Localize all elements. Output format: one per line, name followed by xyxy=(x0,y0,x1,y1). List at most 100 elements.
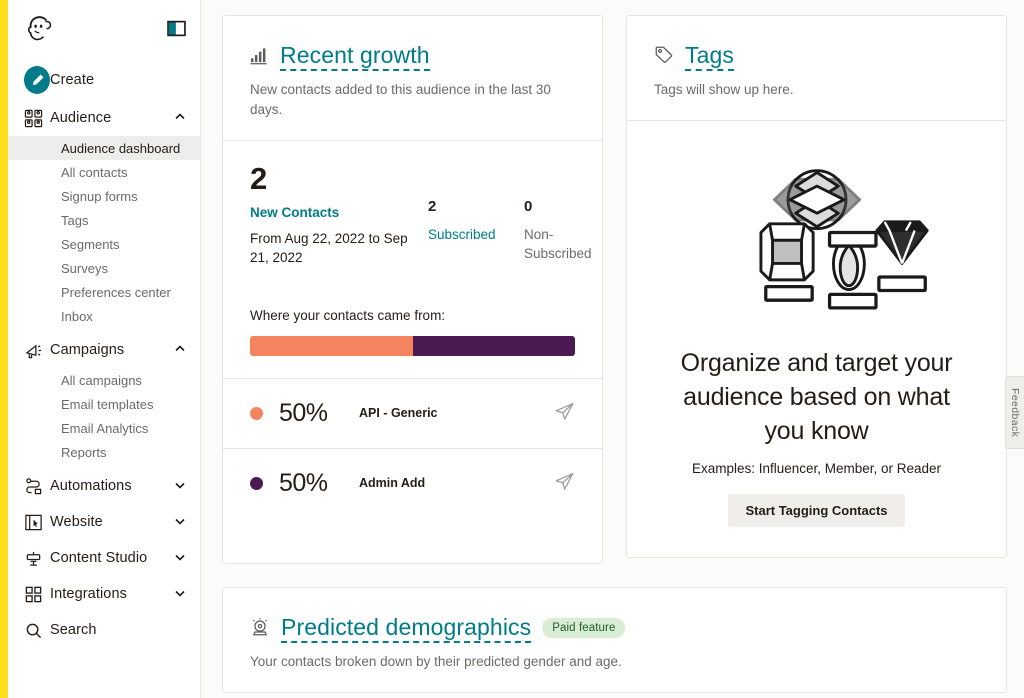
pencil-icon xyxy=(24,66,50,94)
tags-empty-examples: Examples: Influencer, Member, or Reader xyxy=(651,461,982,476)
feedback-label: Feedback xyxy=(1009,388,1021,437)
tag-icon xyxy=(654,45,674,68)
sidebar-header xyxy=(8,0,200,56)
non-subscribed-stat: 0 Non-Subscribed xyxy=(524,163,620,268)
chevron-down-icon[interactable] xyxy=(174,586,186,602)
subscribed-value: 2 xyxy=(428,199,524,214)
sidebar-item-email-analytics[interactable]: Email Analytics xyxy=(8,416,200,440)
sidebar-sublabel: Reports xyxy=(61,445,107,460)
source-bar-segment-api-generic xyxy=(250,336,413,356)
paid-feature-badge: Paid feature xyxy=(542,618,625,638)
send-icon[interactable] xyxy=(554,471,575,495)
sidebar-sublabel: All campaigns xyxy=(61,373,142,388)
tags-empty-heading: Organize and target your audience based … xyxy=(651,347,982,448)
chevron-up-icon[interactable] xyxy=(174,342,186,358)
recent-growth-subtitle: New contacts added to this audience in t… xyxy=(250,80,575,119)
sidebar-label-campaigns: Campaigns xyxy=(50,342,124,358)
sidebar-sublabel: Segments xyxy=(61,237,120,252)
sidebar-item-search[interactable]: Search xyxy=(8,612,200,648)
chevron-down-icon[interactable] xyxy=(174,478,186,494)
source-bar-segment-admin-add xyxy=(413,336,576,356)
predicted-demographics-header: Predicted demographics Paid feature Your… xyxy=(223,588,1006,692)
tags-header: Tags Tags will show up here. xyxy=(627,16,1006,120)
tags-title[interactable]: Tags xyxy=(685,42,734,71)
sidebar-label-audience: Audience xyxy=(50,110,111,126)
sidebar-item-create[interactable]: Create xyxy=(8,60,200,100)
sidebar-item-signup-forms[interactable]: Signup forms xyxy=(8,184,200,208)
sidebar-item-automations[interactable]: Automations xyxy=(8,468,200,504)
sidebar-sublabel: All contacts xyxy=(61,165,127,180)
source-legend-row[interactable]: 50% Admin Add xyxy=(223,448,602,518)
start-tagging-contacts-button[interactable]: Start Tagging Contacts xyxy=(728,494,904,527)
search-icon xyxy=(24,621,50,640)
growth-date-range: From Aug 22, 2022 to Sep 21, 2022 xyxy=(250,229,428,268)
sidebar-label-content-studio: Content Studio xyxy=(50,550,147,566)
source-name: Admin Add xyxy=(359,476,425,490)
sidebar-item-reports[interactable]: Reports xyxy=(8,440,200,464)
chevron-up-icon[interactable] xyxy=(174,110,186,126)
tags-card: Tags Tags will show up here. xyxy=(626,15,1007,558)
gemstones-illustration-icon xyxy=(651,147,982,347)
sidebar-item-inbox[interactable]: Inbox xyxy=(8,304,200,328)
main-content: Recent growth New contacts added to this… xyxy=(201,0,1024,698)
sidebar-sublabel: Audience dashboard xyxy=(61,141,180,156)
mailchimp-freddie-logo-icon[interactable] xyxy=(22,11,56,45)
sidebar-item-integrations[interactable]: Integrations xyxy=(8,576,200,612)
sidebar-item-segments[interactable]: Segments xyxy=(8,232,200,256)
automations-icon xyxy=(24,477,50,496)
sidebar-item-all-contacts[interactable]: All contacts xyxy=(8,160,200,184)
legend-color-dot xyxy=(250,477,263,490)
sidebar-item-audience-dashboard[interactable]: Audience dashboard xyxy=(8,136,200,160)
subscribed-stat: 2 Subscribed xyxy=(428,163,524,268)
sidebar-item-all-campaigns[interactable]: All campaigns xyxy=(8,368,200,392)
predicted-demographics-subtitle: Your contacts broken down by their predi… xyxy=(250,652,979,672)
content-studio-icon xyxy=(24,549,50,568)
sidebar-item-audience[interactable]: Audience xyxy=(8,100,200,136)
source-percent: 50% xyxy=(279,469,359,498)
sidebar: Create Audience Audience dashboard All c… xyxy=(8,0,201,698)
megaphone-icon xyxy=(24,341,50,360)
sidebar-item-preferences-center[interactable]: Preferences center xyxy=(8,280,200,304)
website-icon xyxy=(24,513,50,532)
brand-rail xyxy=(0,0,8,698)
tags-column: Tags Tags will show up here. xyxy=(626,15,1007,564)
sidebar-item-campaigns[interactable]: Campaigns xyxy=(8,332,200,368)
new-contacts-label[interactable]: New Contacts xyxy=(250,205,428,220)
contact-source-label: Where your contacts came from: xyxy=(250,308,575,323)
sidebar-sublabel: Surveys xyxy=(61,261,108,276)
sidebar-label-integrations: Integrations xyxy=(50,586,127,602)
chevron-down-icon[interactable] xyxy=(174,550,186,566)
recent-growth-header: Recent growth New contacts added to this… xyxy=(223,16,602,140)
sidebar-sublabel: Tags xyxy=(61,213,88,228)
sidebar-item-email-templates[interactable]: Email templates xyxy=(8,392,200,416)
sidebar-label-website: Website xyxy=(50,514,103,530)
recent-growth-title[interactable]: Recent growth xyxy=(280,42,430,71)
source-name: API - Generic xyxy=(359,406,438,420)
subscribed-label[interactable]: Subscribed xyxy=(428,225,524,245)
card-bottom-padding xyxy=(223,518,602,563)
send-icon[interactable] xyxy=(554,401,575,425)
legend-color-dot xyxy=(250,407,263,420)
new-contacts-value: 2 xyxy=(250,163,428,194)
sidebar-sublabel: Inbox xyxy=(61,309,93,324)
sidebar-item-surveys[interactable]: Surveys xyxy=(8,256,200,280)
predicted-demographics-title[interactable]: Predicted demographics xyxy=(281,614,531,643)
sidebar-sublabel: Email Analytics xyxy=(61,421,148,436)
bar-chart-icon xyxy=(250,46,269,68)
recent-growth-card: Recent growth New contacts added to this… xyxy=(222,15,603,564)
non-subscribed-value: 0 xyxy=(524,199,620,214)
sidebar-sublabel: Preferences center xyxy=(61,285,171,300)
dashboard-grid: Recent growth New contacts added to this… xyxy=(222,15,1006,564)
crystal-ball-icon xyxy=(250,617,270,640)
contact-source-bar xyxy=(250,336,575,356)
source-legend-row[interactable]: 50% API - Generic xyxy=(223,378,602,448)
sidebar-item-website[interactable]: Website xyxy=(8,504,200,540)
tags-subtitle: Tags will show up here. xyxy=(654,80,979,100)
collapse-panel-icon[interactable] xyxy=(167,19,186,38)
sidebar-item-tags[interactable]: Tags xyxy=(8,208,200,232)
chevron-down-icon[interactable] xyxy=(174,514,186,530)
sidebar-item-content-studio[interactable]: Content Studio xyxy=(8,540,200,576)
predicted-demographics-card: Predicted demographics Paid feature Your… xyxy=(222,587,1007,693)
recent-growth-column: Recent growth New contacts added to this… xyxy=(222,15,603,564)
feedback-tab[interactable]: Feedback xyxy=(1005,376,1024,449)
